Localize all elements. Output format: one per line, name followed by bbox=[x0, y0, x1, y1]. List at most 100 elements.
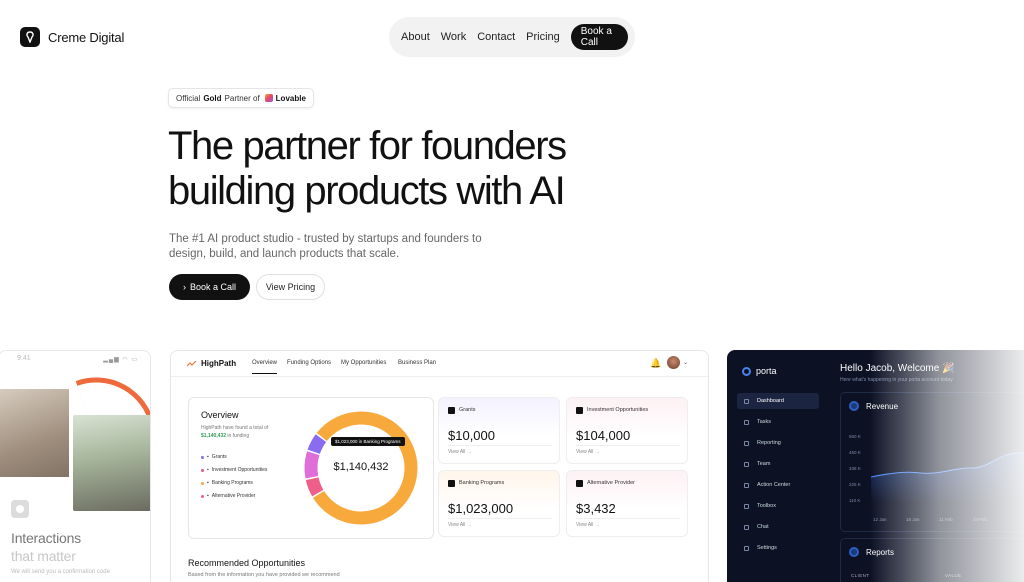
bank-icon: ▪ bbox=[207, 480, 209, 486]
phone-caption: We will send you a confirmation code bbox=[11, 569, 110, 575]
donut-segment-grants[interactable] bbox=[307, 434, 327, 455]
tile-view-all-link[interactable]: View All → bbox=[448, 522, 472, 528]
people-icon: ▪ bbox=[207, 493, 209, 499]
dollar-icon bbox=[448, 407, 455, 414]
greeting: Hello Jacob, Welcome 🎉 bbox=[840, 363, 955, 374]
donut-segment-alternative-provider[interactable] bbox=[305, 477, 324, 497]
chevron-down-icon[interactable]: ⌄ bbox=[683, 359, 688, 366]
tab-funding-options[interactable]: Funding Options bbox=[287, 360, 331, 366]
user-avatar[interactable] bbox=[667, 356, 680, 369]
badge-tier: Gold bbox=[203, 93, 222, 103]
action-center-icon bbox=[744, 482, 749, 488]
highpath-dashboard-card: HighPath Overview Funding Options My Opp… bbox=[170, 350, 709, 582]
legend-dot bbox=[201, 468, 204, 472]
tile-investment[interactable]: Investment Opportunities $104,000 View A… bbox=[566, 397, 688, 464]
partner-badge[interactable]: Official Gold Partner of Lovable bbox=[168, 88, 314, 108]
sidebar-item-tasks[interactable]: Tasks bbox=[737, 414, 819, 430]
porta-name: porta bbox=[756, 366, 777, 376]
y-tick: 338 K bbox=[849, 466, 861, 471]
app-icon bbox=[11, 500, 29, 523]
recommended-title: Recommended Opportunities bbox=[188, 558, 306, 568]
hero-subtitle: The #1 AI product studio - trusted by st… bbox=[169, 232, 489, 262]
tile-divider bbox=[448, 445, 552, 446]
legend-dot bbox=[201, 481, 204, 485]
tile-divider bbox=[576, 445, 680, 446]
legend-investment: ▪ Investment Opportunities bbox=[201, 467, 267, 473]
tile-view-all-link[interactable]: View All → bbox=[576, 522, 600, 528]
sidebar-item-action-center[interactable]: Action Center bbox=[737, 477, 819, 493]
hero-title: The partner for founders building produc… bbox=[168, 124, 608, 214]
tile-label: Investment Opportunities bbox=[587, 407, 649, 413]
nav-link-work[interactable]: Work bbox=[441, 31, 466, 43]
overview-desc-2: in funding bbox=[227, 433, 250, 439]
tab-my-opportunities[interactable]: My Opportunities bbox=[341, 360, 386, 366]
porta-dashboard-card: porta Dashboard Tasks Reporting Team Act… bbox=[727, 350, 1024, 582]
chart-icon: ▪ bbox=[207, 467, 209, 473]
reports-card: Reports CLIENT VALUE bbox=[840, 538, 1024, 582]
sidebar-item-reporting[interactable]: Reporting bbox=[737, 435, 819, 451]
badge-prefix: Official bbox=[176, 93, 201, 103]
people-icon bbox=[576, 480, 583, 487]
tile-alternative[interactable]: Alternative Provider $3,432 View All → bbox=[566, 470, 688, 537]
nav-link-about[interactable]: About bbox=[401, 31, 430, 43]
tile-divider bbox=[448, 518, 552, 519]
tab-overview[interactable]: Overview bbox=[252, 360, 278, 374]
tile-divider bbox=[576, 518, 680, 519]
tab-business-plan[interactable]: Business Plan bbox=[398, 360, 436, 366]
nav-link-pricing[interactable]: Pricing bbox=[526, 31, 560, 43]
y-tick: 225 K bbox=[849, 482, 861, 487]
tile-value: $1,023,000 bbox=[448, 501, 514, 516]
revenue-line-chart bbox=[871, 452, 1024, 503]
nav-book-call-button[interactable]: Book a Call bbox=[570, 24, 628, 50]
tile-view-all-link[interactable]: View All → bbox=[576, 449, 600, 455]
porta-logo[interactable]: porta bbox=[742, 366, 777, 376]
settings-icon bbox=[744, 545, 749, 551]
sidebar-item-dashboard[interactable]: Dashboard bbox=[737, 393, 819, 409]
sidebar-label: Dashboard bbox=[757, 398, 784, 404]
sidebar-item-team[interactable]: Team bbox=[737, 456, 819, 472]
highpath-name: HighPath bbox=[201, 359, 237, 368]
tile-banking[interactable]: Banking Programs $1,023,000 View All → bbox=[438, 470, 560, 537]
bell-icon[interactable]: 🔔 bbox=[650, 358, 661, 369]
tasks-icon bbox=[744, 419, 749, 425]
bank-icon bbox=[448, 480, 455, 487]
sidebar-label: Tasks bbox=[757, 419, 772, 425]
legend-grants: ▪ Grants bbox=[201, 454, 227, 460]
x-tick: 24 Feb bbox=[973, 517, 988, 522]
tile-label: Alternative Provider bbox=[587, 480, 635, 486]
tile-label: Banking Programs bbox=[459, 480, 505, 486]
sidebar-label: Settings bbox=[757, 545, 777, 551]
top-nav: About Work Contact Pricing Book a Call bbox=[389, 17, 635, 57]
tile-view-all-link[interactable]: View All → bbox=[448, 449, 472, 455]
nav-link-contact[interactable]: Contact bbox=[477, 31, 515, 43]
sidebar-label: Team bbox=[757, 461, 771, 467]
highpath-logo[interactable]: HighPath bbox=[187, 359, 236, 368]
sidebar-item-settings[interactable]: Settings bbox=[737, 540, 819, 556]
hero-subtitle-line-1: The #1 AI product studio - trusted by st… bbox=[169, 233, 482, 245]
tile-label: Grants bbox=[459, 407, 476, 413]
sidebar-label: Reporting bbox=[757, 440, 781, 446]
brand-logo[interactable]: Creme Digital bbox=[20, 27, 124, 47]
donut-total: $1,140,432 bbox=[333, 461, 389, 473]
greeting-subtitle: Here what's happening in your porta acco… bbox=[840, 377, 953, 383]
phone-headline-1: Interactions bbox=[11, 530, 81, 546]
hero-book-call-button[interactable]: › Book a Call bbox=[169, 274, 250, 300]
overview-desc-1: HighPath have found a total of bbox=[201, 425, 269, 431]
phone-headline-2: that matter bbox=[11, 548, 76, 564]
sidebar-item-toolbox[interactable]: Toolbox bbox=[737, 498, 819, 514]
legend-label: Grants bbox=[211, 454, 227, 460]
legend-label: Banking Programs bbox=[211, 480, 253, 486]
sidebar-label: Toolbox bbox=[757, 503, 776, 509]
lovable-icon bbox=[264, 94, 273, 102]
logo-mark-icon bbox=[20, 27, 40, 47]
tile-grants[interactable]: Grants $10,000 View All → bbox=[438, 397, 560, 464]
sidebar-item-chat[interactable]: Chat bbox=[737, 519, 819, 535]
revenue-icon bbox=[849, 401, 859, 411]
porta-ring-icon bbox=[742, 366, 751, 376]
sidebar-label: Action Center bbox=[757, 482, 791, 488]
photo-people-left bbox=[0, 389, 69, 477]
donut-tooltip: $1,023,000 in Banking Programs bbox=[331, 437, 405, 446]
chat-icon bbox=[744, 524, 749, 530]
revenue-title: Revenue bbox=[866, 402, 899, 411]
hero-view-pricing-button[interactable]: View Pricing bbox=[256, 274, 325, 300]
